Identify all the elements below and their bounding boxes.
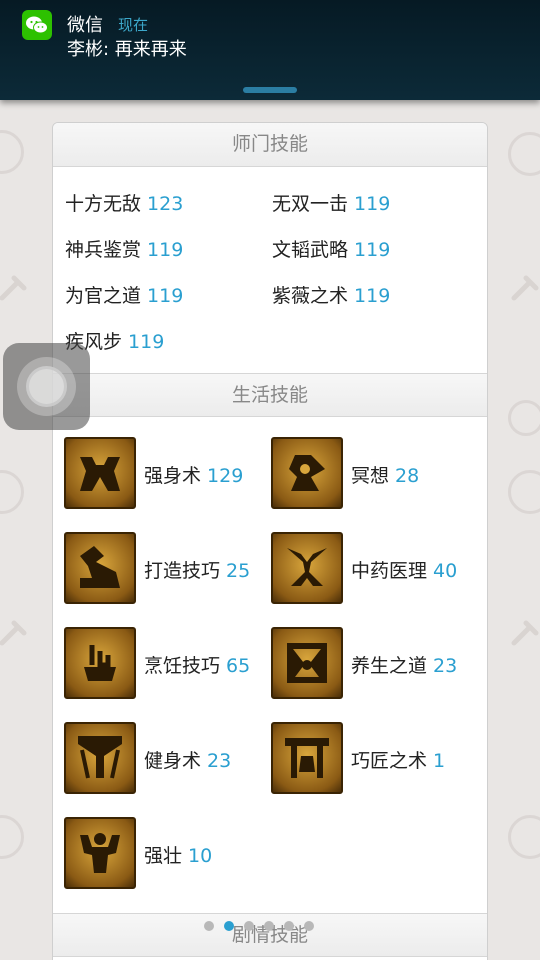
master-skill-item[interactable]: 为官之道 119 <box>65 281 183 308</box>
skill-name: 冥想 <box>351 465 390 487</box>
life-skill-label: 健身术 23 <box>144 746 231 773</box>
assistive-touch-button[interactable] <box>3 343 90 430</box>
master-skill-item[interactable]: 无双一击 119 <box>272 189 390 216</box>
fitness-icon <box>64 722 136 794</box>
master-skill-item[interactable]: 文韬武略 119 <box>272 235 390 262</box>
notification-banner[interactable]: 微信 现在 李彬: 再来再来 <box>0 0 540 100</box>
skill-level: 119 <box>354 193 391 215</box>
background-doodle <box>0 815 24 859</box>
skill-name: 中药医理 <box>351 560 428 582</box>
notification-time: 现在 <box>118 16 149 34</box>
skill-level: 123 <box>147 193 184 215</box>
strength-icon <box>64 437 136 509</box>
page-dot[interactable] <box>204 921 214 931</box>
life-skill-label: 打造技巧 25 <box>144 556 250 583</box>
background-doodle <box>508 815 540 859</box>
section-header-life-skills: 生活技能 <box>53 373 487 417</box>
skill-level: 119 <box>147 285 184 307</box>
skill-name: 无双一击 <box>272 193 349 215</box>
page-dot[interactable] <box>264 921 274 931</box>
background-hammer-icon <box>511 275 539 301</box>
page-indicator <box>204 921 314 933</box>
skill-name: 健身术 <box>144 750 202 772</box>
health-icon <box>271 627 343 699</box>
background-doodle <box>0 130 24 174</box>
background-doodle <box>508 400 540 436</box>
page-dot[interactable] <box>244 921 254 931</box>
muscle-icon <box>64 817 136 889</box>
skill-name: 强壮 <box>144 845 183 867</box>
skill-level: 40 <box>433 560 458 582</box>
skill-name: 文韬武略 <box>272 239 349 261</box>
notification-app-name: 微信 <box>67 15 103 36</box>
craftsman-icon <box>271 722 343 794</box>
skill-level: 119 <box>354 285 391 307</box>
notification-message: 李彬: 再来再来 <box>67 39 187 60</box>
notification-drag-handle[interactable] <box>243 87 297 93</box>
wechat-icon <box>22 10 52 40</box>
life-skill-label: 强壮 10 <box>144 841 212 868</box>
skill-name: 烹饪技巧 <box>144 655 221 677</box>
cooking-icon <box>64 627 136 699</box>
life-skill-label: 养生之道 23 <box>351 651 457 678</box>
background-doodle <box>508 132 540 176</box>
skill-name: 紫薇之术 <box>272 285 349 307</box>
skill-level: 1 <box>433 750 446 772</box>
page-dot-active[interactable] <box>224 921 234 931</box>
life-skill-label: 中药医理 40 <box>351 556 457 583</box>
skill-level: 28 <box>395 465 420 487</box>
life-skill-label: 烹饪技巧 65 <box>144 651 250 678</box>
skill-level: 129 <box>207 465 244 487</box>
skill-level: 119 <box>147 239 184 261</box>
skill-level: 10 <box>188 845 213 867</box>
skill-level: 119 <box>128 331 165 353</box>
skill-name: 十方无敌 <box>65 193 142 215</box>
section-header-master-skills: 师门技能 <box>53 123 487 167</box>
herb-icon <box>271 532 343 604</box>
master-skill-item[interactable]: 神兵鉴赏 119 <box>65 235 183 262</box>
master-skill-item[interactable]: 紫薇之术 119 <box>272 281 390 308</box>
page-dot[interactable] <box>284 921 294 931</box>
life-skill-label: 冥想 28 <box>351 461 419 488</box>
hammer-icon <box>64 532 136 604</box>
skill-name: 为官之道 <box>65 285 142 307</box>
background-hammer-icon <box>0 620 27 646</box>
background-doodle <box>0 470 24 514</box>
section-header-story-skills: 剧情技能 <box>53 913 487 957</box>
skill-level: 23 <box>207 750 232 772</box>
meditation-icon <box>271 437 343 509</box>
skill-name: 打造技巧 <box>144 560 221 582</box>
master-skill-item[interactable]: 十方无敌 123 <box>65 189 183 216</box>
skill-name: 巧匠之术 <box>351 750 428 772</box>
skill-name: 神兵鉴赏 <box>65 239 142 261</box>
page-dot[interactable] <box>304 921 314 931</box>
skill-level: 25 <box>226 560 251 582</box>
skill-level: 65 <box>226 655 251 677</box>
skill-level: 23 <box>433 655 458 677</box>
background-hammer-icon <box>0 275 27 301</box>
skill-level: 119 <box>354 239 391 261</box>
background-doodle <box>508 470 540 514</box>
skills-card: 师门技能 十方无敌 123 无双一击 119 神兵鉴赏 119 文韬武略 119 为官之… <box>52 122 488 960</box>
assistive-touch-inner-ring <box>26 366 67 407</box>
life-skill-label: 巧匠之术 1 <box>351 746 445 773</box>
background-hammer-icon <box>511 620 539 646</box>
life-skill-label: 强身术 129 <box>144 461 243 488</box>
skill-name: 强身术 <box>144 465 202 487</box>
skill-name: 养生之道 <box>351 655 428 677</box>
